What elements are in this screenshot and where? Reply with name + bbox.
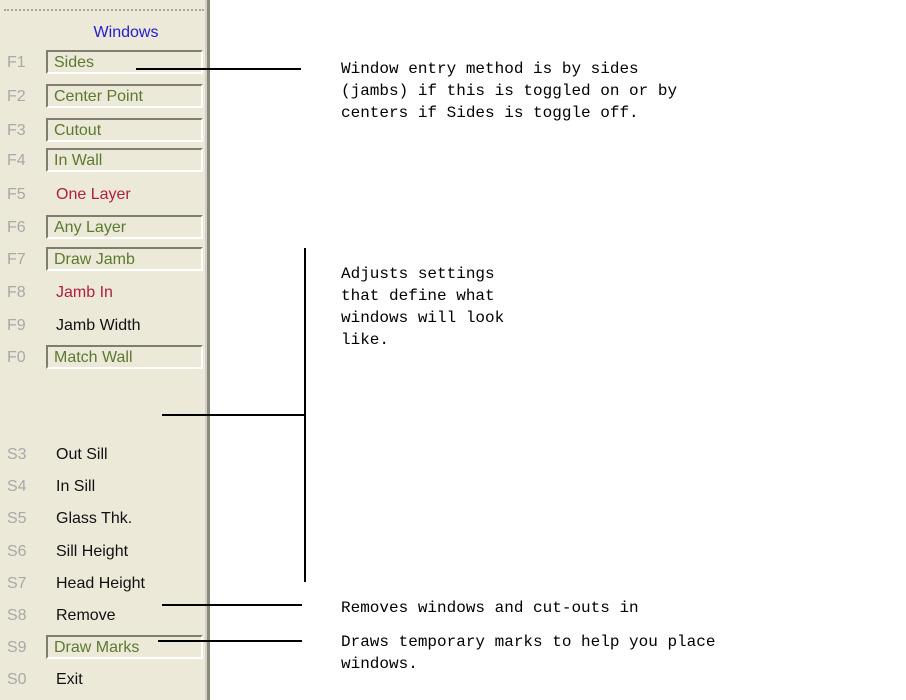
head-height-button[interactable]: Head Height xyxy=(46,571,203,595)
function-key-label: F8 xyxy=(7,284,26,301)
function-key-label: S4 xyxy=(7,478,27,495)
draw-marks-toggle-button[interactable]: Draw Marks xyxy=(46,635,203,659)
menu-item-jamb-width[interactable]: F9 Jamb Width xyxy=(0,313,210,339)
menu-item-in-sill[interactable]: S4 In Sill xyxy=(0,474,210,500)
jamb-width-button[interactable]: Jamb Width xyxy=(46,313,203,337)
in-wall-toggle-button[interactable]: In Wall xyxy=(46,148,203,172)
annotation-remove: Removes windows and cut-outs in xyxy=(341,599,639,617)
out-sill-button[interactable]: Out Sill xyxy=(46,442,203,466)
function-key-label: S3 xyxy=(7,446,27,463)
function-key-label: F5 xyxy=(7,186,26,203)
leader-line-draw-marks xyxy=(158,640,302,642)
match-wall-toggle-button[interactable]: Match Wall xyxy=(46,345,203,369)
menu-item-in-wall[interactable]: F4 In Wall xyxy=(0,148,210,174)
one-layer-button[interactable]: One Layer xyxy=(46,182,203,206)
menu-item-draw-jamb[interactable]: F7 Draw Jamb xyxy=(0,247,210,273)
annotation-draw-marks: Draws temporary marks to help you place … xyxy=(341,633,716,673)
cutout-toggle-button[interactable]: Cutout xyxy=(46,118,203,142)
any-layer-toggle-button[interactable]: Any Layer xyxy=(46,215,203,239)
menu-item-jamb-in[interactable]: F8 Jamb In xyxy=(0,280,210,306)
function-key-label: F4 xyxy=(7,152,26,169)
sides-toggle-button[interactable]: Sides xyxy=(46,50,203,74)
menu-item-sides[interactable]: F1 Sides xyxy=(0,50,210,76)
remove-button[interactable]: Remove xyxy=(46,603,203,627)
leader-line-remove xyxy=(162,604,302,606)
function-key-label: S5 xyxy=(7,510,27,527)
in-sill-button[interactable]: In Sill xyxy=(46,474,203,498)
function-key-label: F0 xyxy=(7,349,26,366)
menu-item-glass-thickness[interactable]: S5 Glass Thk. xyxy=(0,506,210,532)
draw-jamb-toggle-button[interactable]: Draw Jamb xyxy=(46,247,203,271)
sill-height-button[interactable]: Sill Height xyxy=(46,539,203,563)
exit-button[interactable]: Exit xyxy=(46,667,203,691)
menu-item-sill-height[interactable]: S6 Sill Height xyxy=(0,539,210,565)
function-key-label: F7 xyxy=(7,251,26,268)
menu-item-one-layer[interactable]: F5 One Layer xyxy=(0,182,210,208)
function-key-label: F6 xyxy=(7,219,26,236)
function-key-label: F3 xyxy=(7,122,26,139)
menu-item-match-wall[interactable]: F0 Match Wall xyxy=(0,345,210,371)
panel-grip-handle[interactable] xyxy=(4,9,204,11)
function-key-label: F9 xyxy=(7,317,26,334)
menu-item-draw-marks[interactable]: S9 Draw Marks xyxy=(0,635,210,661)
annotation-sides: Window entry method is by sides (jambs) … xyxy=(341,60,678,122)
windows-menu-panel: Windows F1 Sides F2 Center Point F3 Cuto… xyxy=(0,0,210,700)
function-key-label: F1 xyxy=(7,54,26,71)
function-key-label: S7 xyxy=(7,575,27,592)
menu-item-any-layer[interactable]: F6 Any Layer xyxy=(0,215,210,241)
leader-line-settings xyxy=(162,414,304,416)
leader-line-sides xyxy=(136,68,301,70)
menu-item-cutout[interactable]: F3 Cutout xyxy=(0,118,210,144)
menu-item-head-height[interactable]: S7 Head Height xyxy=(0,571,210,597)
function-key-label: S0 xyxy=(7,671,27,688)
menu-item-out-sill[interactable]: S3 Out Sill xyxy=(0,442,210,468)
glass-thickness-button[interactable]: Glass Thk. xyxy=(46,506,203,530)
menu-item-exit[interactable]: S0 Exit xyxy=(0,667,210,693)
function-key-label: S8 xyxy=(7,607,27,624)
function-key-label: F2 xyxy=(7,88,26,105)
menu-item-center-point[interactable]: F2 Center Point xyxy=(0,84,210,110)
center-point-toggle-button[interactable]: Center Point xyxy=(46,84,203,108)
panel-title: Windows xyxy=(93,24,159,41)
annotation-settings: Adjusts settings that define what window… xyxy=(341,265,505,349)
menu-item-remove[interactable]: S8 Remove xyxy=(0,603,210,629)
function-key-label: S6 xyxy=(7,543,27,560)
jamb-in-button[interactable]: Jamb In xyxy=(46,280,203,304)
function-key-label: S9 xyxy=(7,639,27,656)
bracket-line-settings xyxy=(304,248,306,582)
